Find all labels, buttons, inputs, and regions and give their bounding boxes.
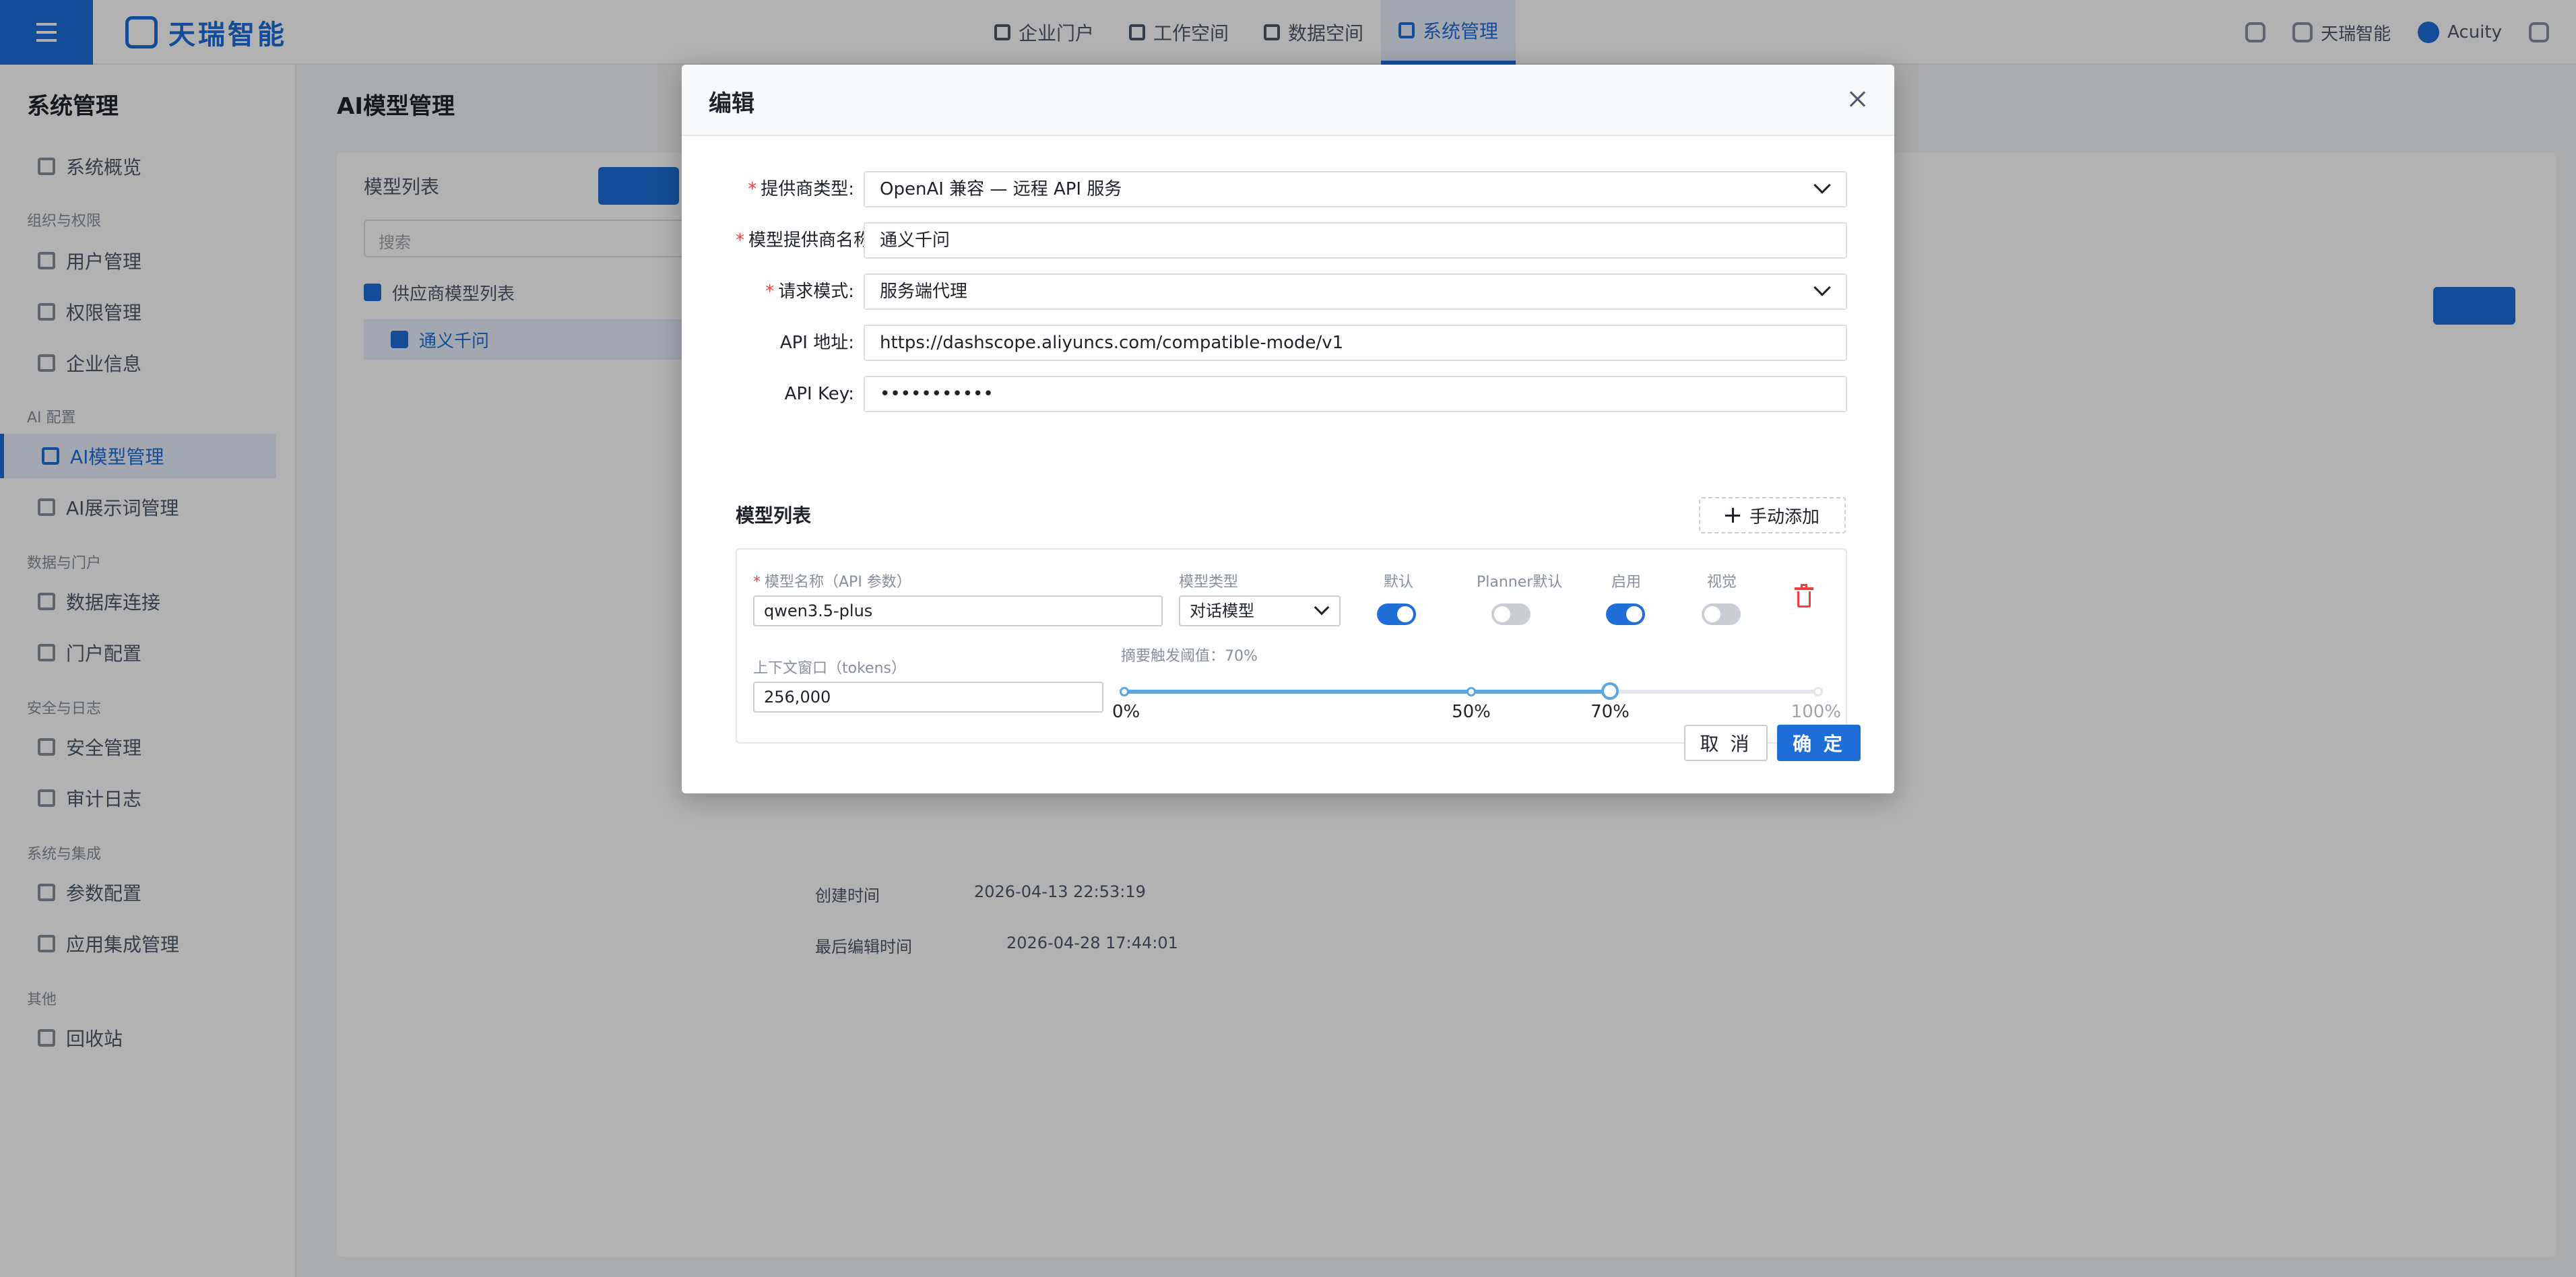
toggle-knob (1397, 606, 1413, 622)
cancel-button[interactable]: 取 消 (1684, 725, 1768, 761)
dialog-header: 编辑 (682, 65, 1894, 136)
slider-mark-label: 100% (1791, 702, 1841, 722)
vision-label: 视觉 (1707, 574, 1737, 591)
threshold-slider[interactable] (1120, 682, 1823, 700)
planner-default-label: Planner默认 (1477, 574, 1563, 591)
manual-add-label: 手动添加 (1749, 506, 1820, 527)
slider-mark-label: 0% (1112, 702, 1140, 722)
default-toggle[interactable] (1377, 603, 1416, 625)
context-window-label: 上下文窗口（tokens） (753, 660, 906, 677)
planner-default-toggle[interactable] (1491, 603, 1531, 625)
form-row-api-key: API Key: ••••••••••• (736, 376, 1847, 412)
request-mode-value: 服务端代理 (880, 282, 968, 302)
plus-icon (1725, 508, 1740, 523)
request-mode-label: * 请求模式: (765, 282, 854, 302)
close-icon[interactable] (1846, 88, 1869, 110)
model-type-value: 对话模型 (1190, 601, 1254, 620)
provider-type-label: * 提供商类型: (748, 179, 854, 199)
api-url-input[interactable]: https://dashscope.aliyuncs.com/compatibl… (864, 325, 1847, 361)
enabled-toggle[interactable] (1606, 603, 1645, 625)
default-label: 默认 (1384, 574, 1414, 591)
model-card: * 模型名称（API 参数） qwen3.5-plus 模型类型 对话模型 默认 … (736, 548, 1847, 744)
slider-mark-label: 50% (1452, 702, 1491, 722)
slider-mark-label: 70% (1590, 702, 1630, 722)
chevron-down-icon (1314, 599, 1330, 616)
vision-toggle[interactable] (1702, 603, 1741, 625)
toggle-knob (1704, 606, 1720, 622)
provider-name-input[interactable]: 通义千问 (864, 222, 1847, 259)
edit-dialog: 编辑 * 提供商类型: OpenAI 兼容 — 远程 API 服务 * 模型提供商名… (682, 65, 1894, 793)
trash-icon[interactable] (1795, 584, 1813, 609)
provider-name-label: * 模型提供商名称: (736, 230, 877, 251)
provider-type-select[interactable]: OpenAI 兼容 — 远程 API 服务 (864, 171, 1847, 207)
model-type-label: 模型类型 (1179, 574, 1239, 591)
toggle-knob (1494, 606, 1510, 622)
form-row-provider-type: * 提供商类型: OpenAI 兼容 — 远程 API 服务 (736, 171, 1847, 207)
model-list-title: 模型列表 (736, 504, 812, 527)
context-window-input[interactable]: 256,000 (753, 682, 1103, 713)
threshold-label: 摘要触发阈值：70% (1121, 648, 1258, 665)
chevron-down-icon (1813, 176, 1831, 194)
model-name-label: * 模型名称（API 参数） (753, 574, 911, 591)
request-mode-select[interactable]: 服务端代理 (864, 273, 1847, 310)
form-row-provider-name: * 模型提供商名称: 通义千问 (736, 222, 1847, 259)
toggle-knob (1626, 606, 1642, 622)
confirm-button[interactable]: 确 定 (1777, 725, 1861, 761)
slider-handle[interactable] (1601, 682, 1619, 700)
slider-mark-dot (1813, 687, 1823, 696)
slider-marks: 0% 50% 70% 100% (1112, 702, 1841, 726)
enabled-label: 启用 (1611, 574, 1642, 591)
provider-type-value: OpenAI 兼容 — 远程 API 服务 (880, 179, 1122, 199)
model-name-input[interactable]: qwen3.5-plus (753, 595, 1163, 626)
api-key-input[interactable]: ••••••••••• (864, 376, 1847, 412)
api-url-label: API 地址: (779, 333, 854, 353)
manual-add-button[interactable]: 手动添加 (1699, 497, 1846, 533)
slider-mark-dot (1467, 687, 1476, 696)
chevron-down-icon (1813, 279, 1831, 296)
model-type-select[interactable]: 对话模型 (1179, 595, 1341, 626)
form-row-request-mode: * 请求模式: 服务端代理 (736, 273, 1847, 310)
slider-mark-dot (1120, 687, 1129, 696)
form-row-api-url: API 地址: https://dashscope.aliyuncs.com/c… (736, 325, 1847, 361)
slider-track (1124, 690, 1610, 694)
dialog-title: 编辑 (709, 90, 754, 117)
api-key-label: API Key: (784, 384, 854, 404)
